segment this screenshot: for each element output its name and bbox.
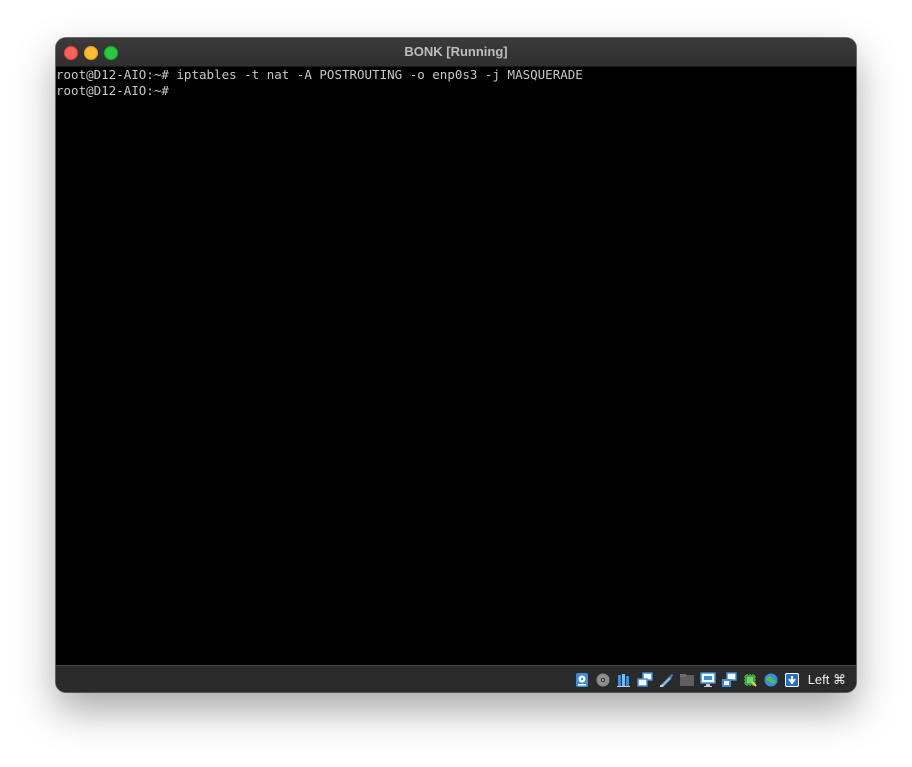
network-icon[interactable] [636,672,653,688]
optical-disk-icon[interactable] [595,672,611,688]
shared-folders-icon[interactable] [679,672,695,688]
display-icon[interactable] [699,672,716,688]
hard-disk-icon[interactable] [574,672,590,688]
vm-console[interactable]: root@D12-AIO:~# iptables -t nat -A POSTR… [56,67,856,665]
host-key-label: Left ⌘ [807,672,846,687]
audio-icon[interactable] [616,672,632,688]
video-capture-icon[interactable] [721,672,737,688]
vm-window: BONK [Running] root@D12-AIO:~# iptables … [56,38,856,692]
title-bar[interactable]: BONK [Running] [56,38,856,67]
status-icons: Left ⌘ [574,670,846,690]
window-title: BONK [Running] [404,44,508,59]
cpu-icon[interactable] [742,672,758,688]
usb-icon[interactable] [658,672,674,688]
guest-additions-icon[interactable] [763,672,779,688]
console-line: root@D12-AIO:~# iptables -t nat -A POSTR… [56,67,583,82]
console-line: root@D12-AIO:~# [56,83,169,98]
mouse-integration-icon[interactable] [784,672,800,688]
status-bar: Left ⌘ [56,665,856,692]
